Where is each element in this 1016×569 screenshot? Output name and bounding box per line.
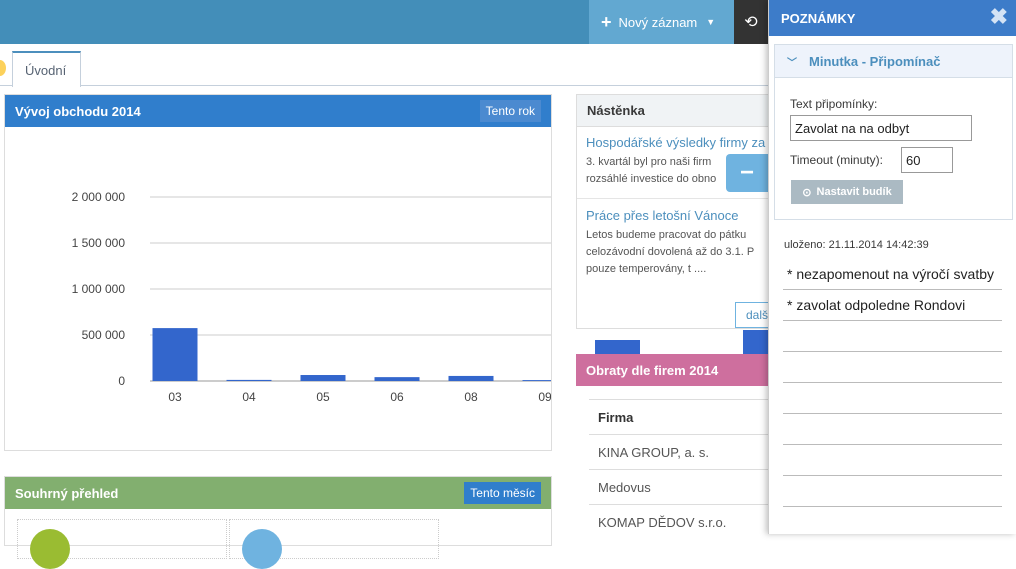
saved-timestamp: uloženo: 21.11.2014 14:42:39 [784, 239, 929, 251]
turnover-table: Firma KINA GROUP, a. s. Medovus KOMAP DĚ… [589, 399, 789, 539]
note-line[interactable]: * nezapomenout na výročí svatby [783, 259, 1002, 290]
x-tick-label: 05 [316, 390, 330, 404]
summary-circle-icon [30, 529, 70, 569]
x-tick-label: 06 [390, 390, 404, 404]
note-line[interactable] [783, 352, 1002, 383]
news-body: 3. kvartál byl pro naši firm rozsáhlé in… [586, 156, 717, 185]
turnover-widget: Obraty dle firem 2014 Firma KINA GROUP, … [576, 354, 789, 554]
table-row: Medovus [589, 469, 789, 504]
tab-bar: Úvodní [0, 44, 768, 87]
timeout-label: Timeout (minuty): [790, 153, 883, 167]
set-alarm-button[interactable]: ⊙ Nastavit budík [791, 180, 903, 204]
widget-title: Souhrný přehled [15, 485, 119, 501]
summary-card [229, 519, 439, 569]
reminder-title: Minutka - Připomínač [809, 53, 941, 69]
collapse-panel-button[interactable]: − [726, 154, 768, 192]
tab-uvodni[interactable]: Úvodní [12, 51, 81, 87]
widget-header: Obraty dle firem 2014 [576, 354, 776, 386]
period-button[interactable]: Tento měsíc [464, 482, 541, 504]
note-line[interactable] [783, 321, 1002, 352]
chart-bar [522, 380, 551, 381]
period-button[interactable]: Tento rok [479, 100, 541, 122]
widget-header: Nástěnka [577, 95, 775, 127]
chart-bar-partial [595, 340, 640, 354]
table-header: Firma [589, 399, 789, 434]
summary-circle-icon [242, 529, 282, 569]
bar-chart: 0 500 000 1 000 000 1 500 000 2 000 000 03 04 0… [72, 190, 551, 404]
y-tick-label: 1 500 000 [72, 236, 126, 250]
set-alarm-label: Nastavit budík [816, 186, 892, 198]
news-item: Práce přes letošní Vánoce Letos budeme p… [577, 198, 775, 278]
chart-bar [374, 377, 420, 381]
news-body: Letos budeme pracovat do pátku celozávod… [586, 229, 754, 275]
panel-title: POZNÁMKY [781, 10, 856, 26]
widget-title: Nástěnka [587, 103, 645, 118]
y-tick-label: 2 000 000 [72, 190, 126, 204]
note-line[interactable] [783, 476, 1002, 507]
notes-panel: POZNÁMKY ✖ ﹀ Minutka - Připomínač Text p… [768, 0, 1016, 534]
plus-icon: + [601, 11, 612, 32]
clock-icon: ⊙ [802, 186, 812, 199]
reminder-box: ﹀ Minutka - Připomínač Text připomínky: … [774, 44, 1013, 220]
widget-header: Souhrný přehled Tento měsíc [5, 477, 551, 509]
widget-title: Vývoj obchodu 2014 [15, 103, 141, 119]
y-tick-label: 1 000 000 [72, 282, 126, 296]
news-title-link[interactable]: Hospodářské výsledky firmy za [586, 135, 766, 150]
x-tick-label: 03 [168, 390, 182, 404]
chart-bar [226, 379, 272, 381]
sales-chart-widget: Vývoj obchodu 2014 Tento rok 0 500 000 1 0… [4, 94, 552, 451]
x-tick-label: 08 [464, 390, 478, 404]
chart-bar-partial [743, 330, 768, 354]
note-line[interactable] [783, 383, 1002, 414]
note-line[interactable] [783, 445, 1002, 476]
board-widget: Nástěnka Hospodářské výsledky firmy za 3… [576, 94, 785, 329]
close-icon[interactable]: ✖ [990, 4, 1008, 30]
note-line[interactable]: * zavolat odpoledne Rondovi [783, 290, 1002, 321]
reminder-text-input[interactable] [790, 115, 972, 141]
minus-icon: − [739, 159, 754, 186]
x-tick-label: 04 [242, 390, 256, 404]
chart-bar [152, 328, 198, 381]
new-record-button[interactable]: + Nový záznam ▼ [589, 0, 734, 44]
summary-widget: Souhrný přehled Tento měsíc [4, 476, 552, 569]
new-record-label: Nový záznam [618, 14, 698, 30]
x-tick-label: 09 [538, 390, 551, 404]
caret-down-icon: ▼ [706, 17, 716, 27]
widget-title: Obraty dle firem 2014 [586, 362, 719, 378]
y-tick-label: 0 [118, 374, 125, 388]
chevron-down-icon: ﹀ [787, 57, 797, 69]
reminder-header[interactable]: ﹀ Minutka - Připomínač [775, 45, 1012, 78]
note-line[interactable] [783, 414, 1002, 445]
news-title-link[interactable]: Práce přes letošní Vánoce [586, 208, 766, 223]
chart-bar [300, 375, 346, 381]
history-button[interactable]: ⟲ [734, 0, 768, 44]
chart-bar [448, 375, 494, 381]
timeout-input[interactable] [901, 147, 953, 173]
panel-header: POZNÁMKY ✖ [769, 0, 1016, 36]
reminder-text-label: Text připomínky: [790, 97, 878, 111]
tab-label: Úvodní [25, 63, 67, 78]
table-row: KINA GROUP, a. s. [589, 434, 789, 469]
summary-card [17, 519, 227, 569]
history-icon: ⟲ [744, 14, 758, 31]
widget-header: Vývoj obchodu 2014 Tento rok [5, 95, 551, 127]
y-tick-label: 500 000 [82, 328, 126, 342]
